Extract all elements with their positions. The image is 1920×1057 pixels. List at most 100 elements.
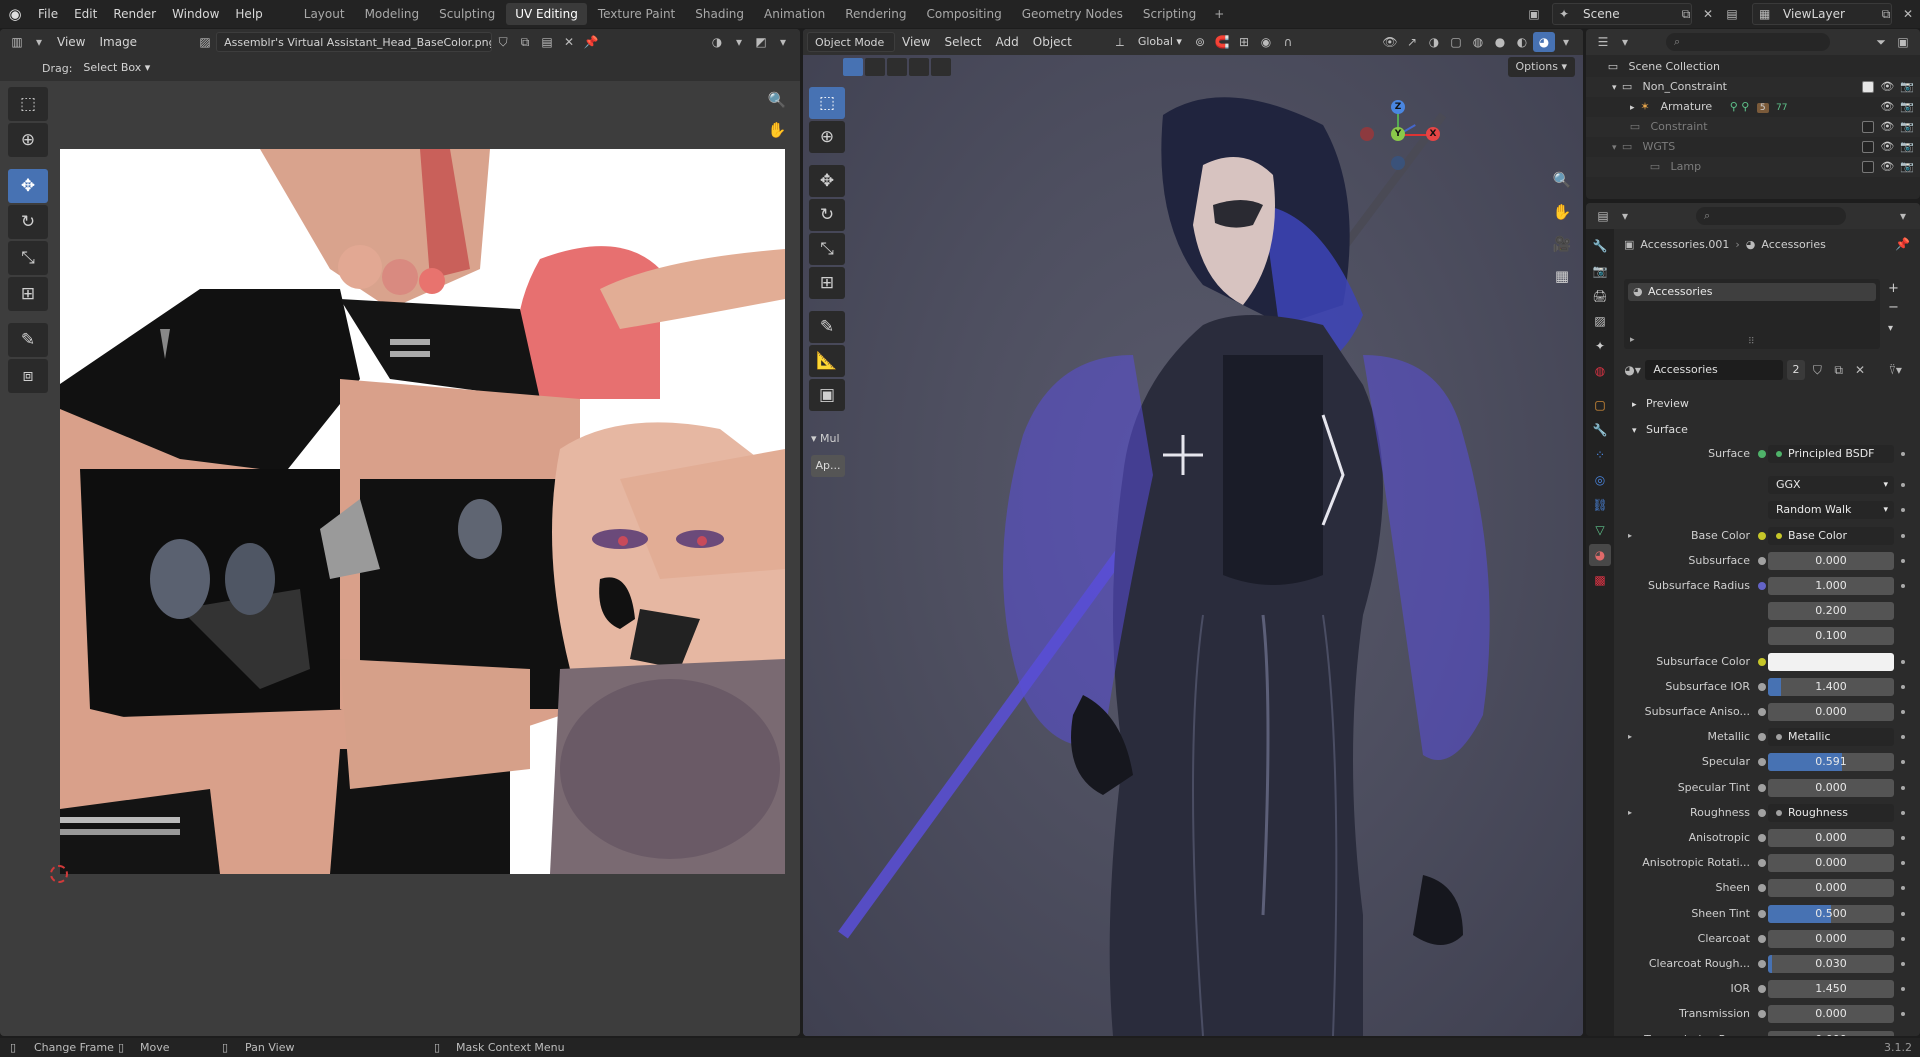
scale-tool-icon[interactable]: ⤡ (8, 241, 48, 275)
keyframe-dot-icon[interactable] (1901, 1012, 1905, 1017)
number-slider[interactable]: 0.030 (1768, 955, 1894, 973)
blender-logo-icon[interactable]: ◉ (0, 0, 30, 28)
vp-menu-object[interactable]: Object (1026, 32, 1079, 52)
vp-add-cube-tool-icon[interactable]: ▣ (809, 379, 845, 411)
axis-x-icon[interactable]: X (1426, 127, 1440, 141)
scene-selector[interactable]: ✦ Scene (1552, 3, 1692, 25)
keyframe-dot-icon[interactable] (1901, 962, 1905, 966)
overlays-dropdown-icon[interactable]: ▾ (728, 32, 750, 52)
pin-icon[interactable]: 📌 (580, 32, 602, 52)
keyframe-dot-icon[interactable] (1901, 452, 1905, 456)
socket-icon[interactable] (1758, 859, 1766, 868)
display-channels-icon[interactable]: ◩ (750, 32, 772, 52)
uv-texture-image[interactable] (60, 149, 785, 874)
tab-uv-editing[interactable]: UV Editing (506, 3, 587, 25)
select-subtract-icon[interactable] (887, 58, 907, 76)
number-slider[interactable]: 0.000 (1768, 854, 1894, 873)
new-collection-icon[interactable]: ▣ (1892, 32, 1914, 52)
properties-type-icon[interactable]: ▤ (1592, 206, 1614, 226)
material-slot-list[interactable]: ◕ Accessories ▸ ⠿ (1624, 279, 1880, 349)
exclude-checkbox[interactable] (1862, 121, 1875, 133)
camera-icon[interactable]: 📷 (1900, 157, 1914, 177)
keyframe-dot-icon[interactable] (1901, 659, 1905, 664)
keyframe-dot-icon[interactable] (1901, 836, 1905, 840)
cursor-tool-icon[interactable]: ⊕ (8, 123, 48, 157)
shading-rendered-icon[interactable]: ◕ (1533, 32, 1555, 52)
properties-type-dropdown-icon[interactable]: ▾ (1614, 206, 1636, 226)
socket-icon[interactable] (1758, 708, 1766, 716)
orientation-icon[interactable]: ⟂ (1109, 32, 1131, 52)
select-invert-icon[interactable] (909, 58, 929, 76)
new-material-icon[interactable]: ⧉ (1830, 360, 1847, 380)
linked-input[interactable]: Principled BSDF (1768, 445, 1894, 463)
unlink-material-icon[interactable]: ✕ (1851, 360, 1868, 380)
scene-new-icon[interactable]: ⧉ (1676, 4, 1696, 24)
world-tab-icon[interactable]: ◍ (1589, 360, 1611, 382)
keyframe-dot-icon[interactable] (1901, 558, 1905, 563)
socket-icon[interactable] (1758, 582, 1766, 590)
link-dropdown-icon[interactable]: ⍢▾ (1887, 360, 1904, 380)
socket-icon[interactable] (1758, 450, 1766, 458)
viewport-canvas[interactable] (803, 55, 1583, 1036)
editor-type-icon[interactable]: ▥ (6, 32, 28, 52)
move-tool-icon[interactable]: ✥ (8, 169, 48, 203)
keyframe-dot-icon[interactable] (1901, 483, 1905, 488)
display-channels-dropdown-icon[interactable]: ▾ (772, 32, 794, 52)
exclude-checkbox[interactable] (1862, 81, 1875, 93)
fake-user-shield-icon[interactable]: ⛉ (492, 32, 514, 52)
uv-menu-image[interactable]: Image (92, 32, 144, 52)
rotate-tool-icon[interactable]: ↻ (8, 205, 48, 239)
grab-tool-icon[interactable]: ⧈ (8, 359, 48, 393)
menu-window[interactable]: Window (164, 0, 227, 28)
add-slot-icon[interactable]: + (1888, 281, 1899, 296)
socket-icon[interactable] (1758, 531, 1766, 540)
keyframe-dot-icon[interactable] (1901, 584, 1905, 588)
ortho-grid-icon[interactable]: ▦ (1551, 265, 1573, 287)
eye-icon[interactable]: 👁 (1880, 157, 1894, 177)
camera-icon[interactable]: 📷 (1900, 77, 1914, 97)
filter-icon[interactable]: ⏷ (1870, 32, 1892, 52)
object-mode-dropdown[interactable]: Object Mode ▾ (807, 32, 895, 69)
keyframe-dot-icon[interactable] (1901, 886, 1905, 891)
transform-tool-icon[interactable]: ⊞ (8, 277, 48, 311)
scene-tab-icon[interactable]: ✦ (1589, 335, 1611, 357)
vp-annotate-tool-icon[interactable]: ✎ (809, 311, 845, 343)
apply-button[interactable]: Ap... (811, 455, 845, 477)
tab-compositing[interactable]: Compositing (917, 3, 1010, 25)
outliner-row-armature[interactable]: ▸ ✶ Armature ⚲ ⚲ 5 77 👁 📷 (1586, 97, 1920, 117)
vp-scale-tool-icon[interactable]: ⤡ (809, 233, 845, 265)
vp-move-tool-icon[interactable]: ✥ (809, 165, 845, 197)
menu-render[interactable]: Render (105, 0, 164, 28)
drag-select-box-dropdown[interactable]: Select Box ▾ (76, 58, 157, 78)
slot-specials-icon[interactable]: ▾ (1888, 323, 1899, 334)
axis-y-icon[interactable]: Y (1391, 127, 1405, 141)
modifier-tab-icon[interactable]: 🔧 (1589, 419, 1611, 441)
mul-panel-header[interactable]: ▾ Mul (811, 429, 855, 449)
proportional-edit-icon[interactable]: ◉ (1255, 32, 1277, 52)
pan-hand-icon[interactable]: ✋ (766, 119, 788, 141)
number-slider[interactable]: 1.000 (1768, 577, 1894, 595)
socket-icon[interactable] (1758, 1010, 1766, 1019)
keyframe-dot-icon[interactable] (1901, 735, 1905, 740)
number-slider[interactable]: 0.000 (1768, 879, 1894, 898)
outliner-type-icon[interactable]: ☰ (1592, 32, 1614, 52)
material-name-field[interactable]: Accessories (1645, 360, 1784, 380)
vp-pan-icon[interactable]: ✋ (1551, 201, 1573, 223)
axis-neg-x-icon[interactable] (1360, 127, 1374, 141)
shading-wireframe-icon[interactable]: ◍ (1467, 32, 1489, 52)
vp-zoom-icon[interactable]: 🔍 (1551, 169, 1573, 191)
socket-icon[interactable] (1758, 808, 1766, 817)
tool-tab-icon[interactable]: 🔧 (1589, 235, 1611, 257)
axis-neg-z-icon[interactable] (1391, 156, 1405, 170)
number-slider[interactable]: 0.500 (1768, 904, 1894, 923)
collapse-arrow-icon[interactable]: ▾ (1612, 83, 1617, 93)
axis-z-icon[interactable]: Z (1391, 100, 1405, 114)
viewlayer-delete-icon[interactable]: ✕ (1898, 4, 1918, 24)
falloff-icon[interactable]: ∩ (1277, 32, 1299, 52)
socket-icon[interactable] (1758, 960, 1766, 968)
expand-input-icon[interactable]: ▸ (1628, 526, 1632, 546)
fake-user-icon[interactable]: ⛉ (1809, 360, 1826, 380)
properties-search-input[interactable]: ⌕ (1696, 207, 1846, 225)
socket-icon[interactable] (1758, 758, 1766, 767)
keyframe-dot-icon[interactable] (1901, 684, 1905, 689)
